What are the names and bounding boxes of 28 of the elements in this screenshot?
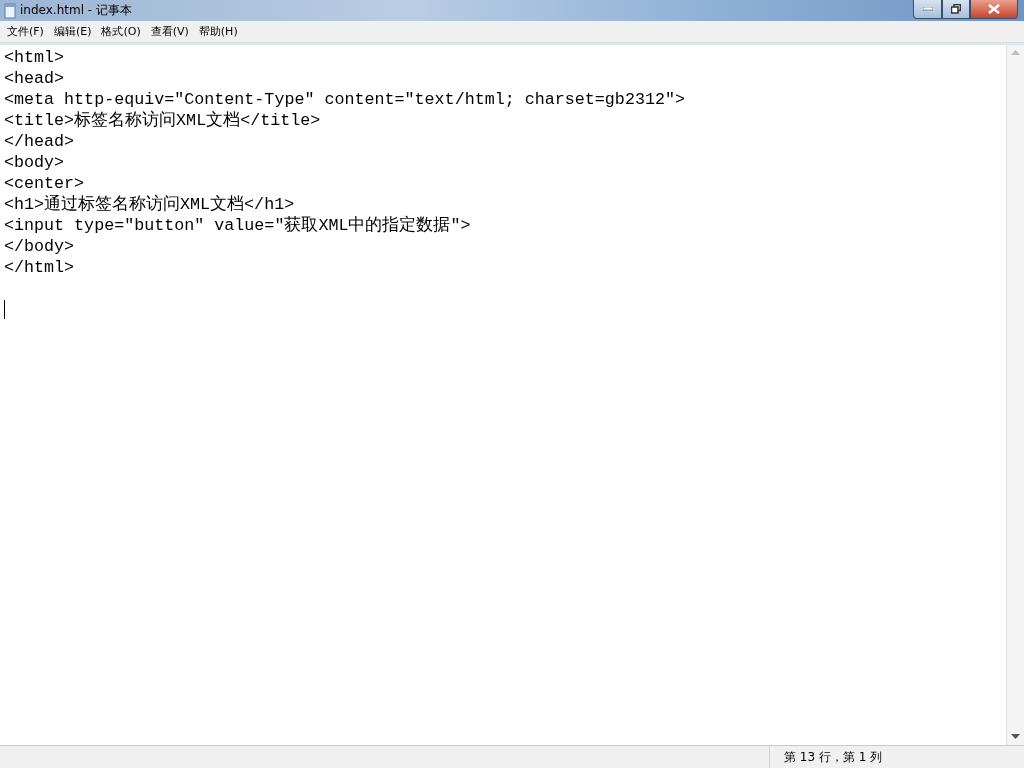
code-line: </body> bbox=[4, 236, 76, 257]
code-line: <html> bbox=[4, 47, 66, 68]
code-line: <meta http-equiv="Content-Type" content="text/html; charset=gb2312"> bbox=[4, 89, 686, 110]
close-button[interactable] bbox=[970, 0, 1018, 19]
code-line: </html> bbox=[4, 257, 76, 278]
code-line: <head> bbox=[4, 68, 66, 89]
notepad-icon bbox=[4, 2, 16, 19]
code-line: <center> bbox=[4, 173, 86, 194]
minimize-button[interactable] bbox=[913, 0, 942, 19]
close-icon bbox=[988, 4, 1000, 14]
menu-item[interactable]: 查看(V) bbox=[145, 24, 194, 39]
text-caret bbox=[4, 300, 5, 319]
scrollbar[interactable] bbox=[1006, 45, 1024, 745]
restore-button[interactable] bbox=[942, 0, 970, 19]
menu-item[interactable]: 编辑(E) bbox=[48, 24, 97, 39]
scroll-down-icon[interactable] bbox=[1011, 734, 1020, 740]
code-line: </head> bbox=[4, 131, 76, 152]
menu-item[interactable]: 格式(O) bbox=[96, 24, 146, 39]
code-line: <body> bbox=[4, 152, 66, 173]
menu-item[interactable]: 帮助(H) bbox=[193, 24, 243, 39]
restore-icon bbox=[951, 4, 961, 14]
code-line: <input type="button" value="获取XML中的指定数据"> bbox=[4, 215, 472, 236]
menu-item[interactable]: 文件(F) bbox=[2, 24, 49, 39]
minimize-icon bbox=[922, 7, 933, 11]
code-line: <h1>通过标签名称访问XML文档</h1> bbox=[4, 194, 296, 215]
code-line: <title>标签名称访问XML文档</title> bbox=[4, 110, 322, 131]
cursor-position: 第 13 行，第 1 列 bbox=[769, 746, 1024, 768]
window-title: index.html - 记事本 bbox=[20, 2, 133, 19]
